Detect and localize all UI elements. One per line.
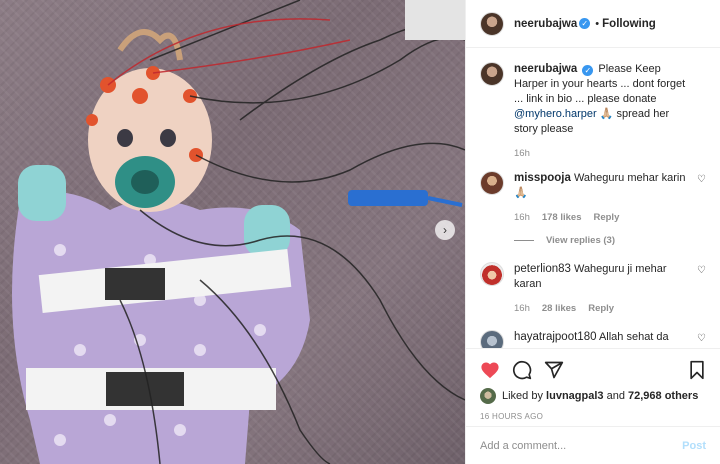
view-replies-button[interactable]: View replies (3) <box>514 235 706 246</box>
liker-username[interactable]: luvnagpal3 <box>546 390 603 402</box>
comments-list[interactable]: neerubajwa ✓ Please Keep Harper in your … <box>466 48 720 348</box>
bookmark-icon[interactable] <box>688 360 706 380</box>
comment-icon[interactable] <box>512 360 532 380</box>
post-timestamp[interactable]: 16 HOURS AGO <box>480 412 706 421</box>
post-header: neerubajwa ✓ • Following <box>466 0 720 48</box>
comment-time[interactable]: 16h <box>514 301 530 316</box>
caption-username[interactable]: neerubajwa <box>514 63 577 75</box>
chevron-right-icon[interactable]: › <box>435 220 455 240</box>
commenter-avatar[interactable] <box>480 262 504 286</box>
post-sidebar: neerubajwa ✓ • Following neerubajwa ✓ Pl… <box>465 0 720 464</box>
post-comment-button[interactable]: Post <box>682 440 706 452</box>
comment-text: Allah sehat da <box>598 331 669 343</box>
comment-username[interactable]: misspooja <box>514 172 571 184</box>
post-actions: Liked by luvnagpal3 and 72,968 others 16… <box>466 348 720 426</box>
likes-prefix: Liked by <box>502 390 543 402</box>
verified-badge-icon: ✓ <box>582 65 594 76</box>
comment-likes[interactable]: 178 likes <box>542 210 582 225</box>
liker-avatar[interactable] <box>480 388 496 404</box>
comment-item: misspooja Waheguru mehar karin 🙏🏼 16h 17… <box>480 171 706 225</box>
comment-time[interactable]: 16h <box>514 210 530 225</box>
comment-item: hayatrajpoot180 Allah sehat da ♡ <box>480 330 706 348</box>
separator-dot: • <box>595 17 600 30</box>
post-photo[interactable]: › <box>0 0 465 464</box>
commenter-avatar[interactable] <box>480 171 504 195</box>
likes-summary: Liked by luvnagpal3 and 72,968 others <box>480 388 706 404</box>
commenter-avatar[interactable] <box>480 330 504 348</box>
reply-button[interactable]: Reply <box>588 301 614 316</box>
author-avatar[interactable] <box>480 11 504 36</box>
author-username[interactable]: neerubajwa <box>514 18 577 30</box>
heart-icon[interactable]: ♡ <box>697 265 706 276</box>
comment-username[interactable]: hayatrajpoot180 <box>514 331 596 343</box>
comment-item: peterlion83 Waheguru ji mehar karan 16h … <box>480 262 706 316</box>
following-button[interactable]: Following <box>602 18 656 30</box>
likes-count[interactable]: 72,968 others <box>628 390 698 402</box>
heart-icon[interactable]: ♡ <box>697 174 706 185</box>
likes-and: and <box>606 390 625 402</box>
caption: neerubajwa ✓ Please Keep Harper in your … <box>480 62 706 161</box>
author-avatar[interactable] <box>480 62 504 86</box>
reply-button[interactable]: Reply <box>593 210 619 225</box>
baby-illustration <box>12 0 465 464</box>
comment-input[interactable] <box>480 439 683 452</box>
share-icon[interactable] <box>544 360 564 380</box>
heart-icon[interactable] <box>480 361 500 379</box>
divider <box>514 240 534 241</box>
comment-likes[interactable]: 28 likes <box>542 301 576 316</box>
view-replies-label: View replies (3) <box>546 235 615 246</box>
verified-badge-icon: ✓ <box>579 18 591 29</box>
caption-time[interactable]: 16h <box>514 146 530 161</box>
add-comment-bar: Post <box>466 426 720 464</box>
heart-icon[interactable]: ♡ <box>697 333 706 344</box>
caption-mention[interactable]: @myhero.harper <box>514 108 597 120</box>
comment-username[interactable]: peterlion83 <box>514 263 571 275</box>
